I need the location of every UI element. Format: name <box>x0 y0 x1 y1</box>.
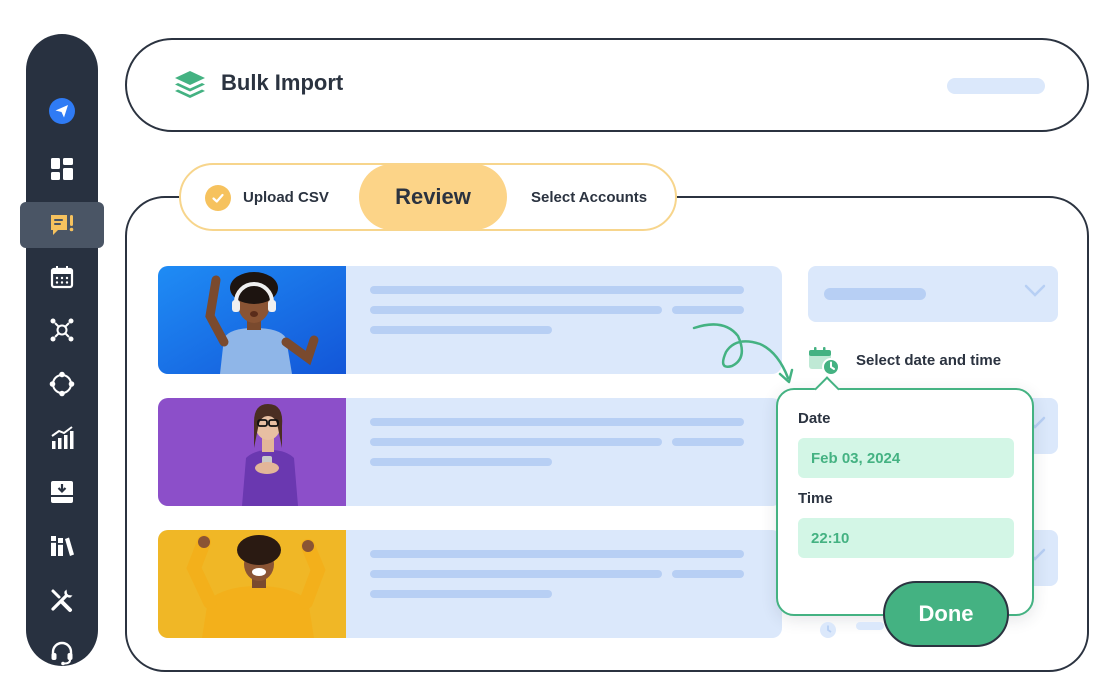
nav-calendar[interactable] <box>26 254 98 300</box>
nav-dashboard[interactable] <box>26 146 98 192</box>
page-title: Bulk Import <box>221 70 344 95</box>
post-row[interactable] <box>158 530 782 638</box>
step-complete-badge <box>205 185 231 211</box>
compose-icon <box>51 215 74 235</box>
calendar-icon <box>50 266 74 289</box>
tools-icon <box>51 589 73 612</box>
account-dropdown[interactable] <box>808 266 1058 322</box>
nav-network[interactable] <box>26 307 98 353</box>
person-dancing-headphones-image <box>158 266 346 374</box>
placeholder-line <box>370 570 662 578</box>
step-upload-csv[interactable]: Upload CSV <box>243 189 329 206</box>
person-celebrating-image <box>158 530 346 638</box>
placeholder-line <box>370 458 552 466</box>
placeholder-line <box>672 306 744 314</box>
nav-connect[interactable] <box>26 361 98 407</box>
placeholder-line <box>856 622 884 630</box>
placeholder-line <box>370 286 744 294</box>
post-thumbnail <box>158 530 346 638</box>
step-review[interactable]: Review <box>359 164 507 230</box>
step-select-accounts[interactable]: Select Accounts <box>531 189 647 206</box>
analytics-icon <box>51 426 74 449</box>
placeholder-line <box>370 550 744 558</box>
dropdown-placeholder <box>824 288 926 300</box>
chevron-down-icon <box>1024 284 1046 297</box>
calendar-clock-icon <box>809 347 840 376</box>
post-row[interactable] <box>158 266 782 374</box>
nav-send[interactable] <box>26 88 98 134</box>
date-field[interactable]: Feb 03, 2024 <box>798 438 1014 478</box>
nav-library[interactable] <box>26 523 98 569</box>
library-icon <box>51 536 74 556</box>
post-row[interactable] <box>158 398 782 506</box>
nav-inbox[interactable] <box>26 469 98 515</box>
placeholder-line <box>370 326 552 334</box>
time-field[interactable]: 22:10 <box>798 518 1014 558</box>
check-icon <box>212 193 224 203</box>
done-button[interactable]: Done <box>883 581 1009 647</box>
nav-analytics[interactable] <box>26 415 98 461</box>
placeholder-line <box>672 570 744 578</box>
schedule-label: Select date and time <box>856 352 1002 369</box>
clock-icon <box>820 622 836 638</box>
placeholder-line <box>672 438 744 446</box>
placeholder-line <box>370 438 662 446</box>
placeholder-line <box>370 306 662 314</box>
dashboard-icon <box>51 158 73 180</box>
placeholder-line <box>370 590 552 598</box>
nav-compose[interactable] <box>20 202 104 248</box>
page-header: Bulk Import <box>125 38 1089 132</box>
send-icon <box>49 98 75 124</box>
headset-icon <box>51 641 73 666</box>
nav-support[interactable] <box>26 630 98 676</box>
post-thumbnail <box>158 398 346 506</box>
date-label: Date <box>798 410 831 427</box>
placeholder-line <box>370 418 744 426</box>
sidebar <box>20 34 104 666</box>
header-placeholder-pill <box>947 78 1045 94</box>
import-stepper: Upload CSV Review Select Accounts <box>179 163 677 231</box>
curly-arrow-icon <box>692 323 794 384</box>
network-icon <box>50 318 74 342</box>
inbox-icon <box>51 481 73 503</box>
connect-icon <box>49 371 75 397</box>
post-thumbnail <box>158 266 346 374</box>
person-holding-phone-image <box>158 398 346 506</box>
nav-tools[interactable] <box>26 577 98 623</box>
layers-icon <box>175 71 205 98</box>
time-label: Time <box>798 490 833 507</box>
